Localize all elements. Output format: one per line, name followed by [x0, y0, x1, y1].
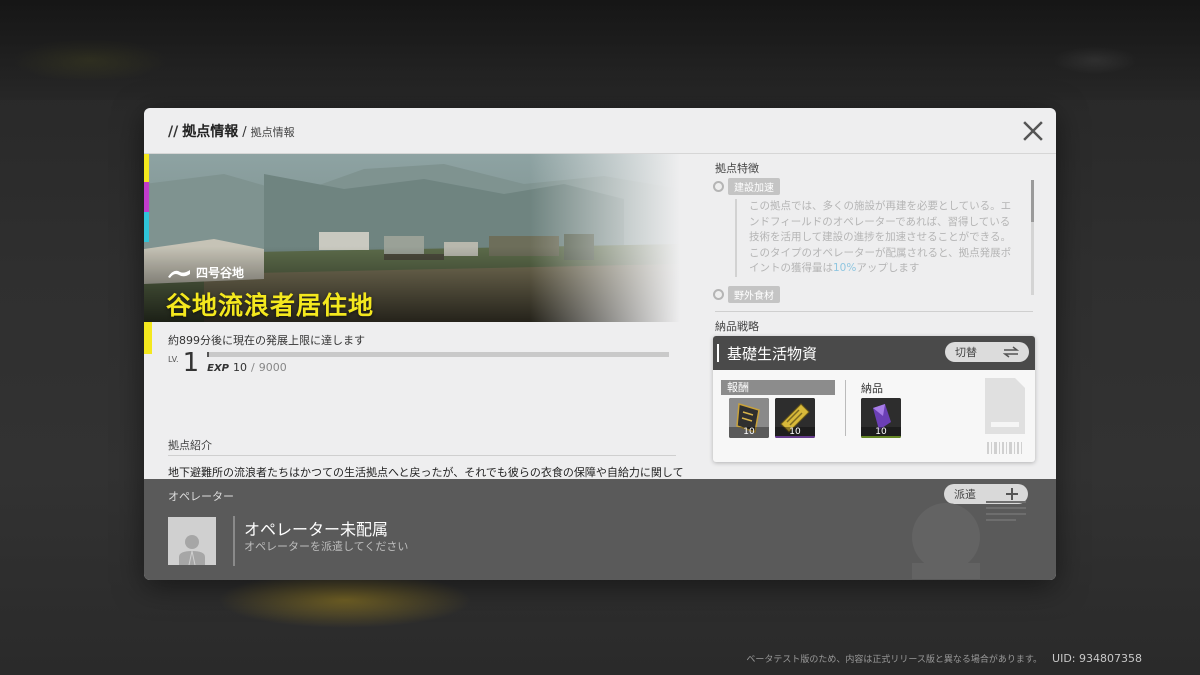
- feature-label: 建設加速: [728, 178, 780, 195]
- strategy-card-body: 報酬 納品 10 10 10: [713, 370, 1035, 462]
- breadcrumb-separator: /: [242, 124, 247, 140]
- level-label: LV.: [168, 355, 179, 364]
- person-silhouette-icon: [179, 535, 205, 565]
- exp-values: EXP 10 / 9000: [207, 361, 669, 374]
- operator-decoration-icon: [912, 501, 1026, 579]
- exp-bar: [207, 352, 670, 357]
- breadcrumb-sub: 拠点情報: [250, 125, 295, 139]
- feature-description: この拠点では、多くの施設が再建を必要としている。エンドフィールドのオペレーターで…: [735, 199, 1019, 277]
- breadcrumb: // 拠点情報 / 拠点情報: [168, 121, 295, 141]
- operator-heading: オペレーター: [168, 488, 234, 504]
- features-scrollbar[interactable]: [1031, 180, 1034, 295]
- switch-button[interactable]: 切替: [945, 342, 1029, 362]
- development-status: 約899分後に現在の発展上限に達します: [168, 334, 365, 347]
- operator-hint: オペレーターを派遣してください: [244, 540, 409, 553]
- exp-progress: EXP 10 / 9000: [207, 352, 670, 376]
- strategy-title: 納品戦略: [715, 320, 759, 333]
- settlement-details: 拠点特徴 建設加速 この拠点では、多くの施設が再建を必要としている。エンドフィー…: [709, 154, 1039, 479]
- features-heading: 拠点特徴: [715, 160, 759, 176]
- operator-name: オペレーター未配属: [244, 520, 389, 539]
- features-divider: [715, 311, 1033, 312]
- reward-item[interactable]: 10: [775, 398, 815, 438]
- exp-label: EXP: [207, 363, 229, 374]
- banner-accent-strip: [144, 154, 149, 322]
- level-row: LV. 1 EXP 10 / 9000: [168, 348, 670, 378]
- swap-arrows-icon: [1003, 346, 1019, 358]
- document-decoration-icon: [985, 378, 1025, 454]
- settlement-banner: 四号谷地 谷地流浪者居住地: [144, 154, 680, 322]
- feature-description-highlight: 10%: [833, 262, 857, 274]
- radio-indicator-icon: [713, 181, 724, 192]
- strategy-card-title: 基礎生活物資: [727, 344, 818, 363]
- breadcrumb-main: 拠点情報: [182, 123, 239, 140]
- strategy-heading: 納品戦略: [715, 318, 759, 334]
- feature-description-end: アップします: [856, 262, 920, 274]
- exp-max: 9000: [258, 361, 287, 374]
- item-quantity: 10: [861, 427, 901, 438]
- breadcrumb-slashes: //: [168, 123, 179, 140]
- level-value: 1: [182, 348, 200, 378]
- settlement-info-modal: // 拠点情報 / 拠点情報 四号谷地 谷地流浪者居住地 約899分後に現在の発…: [144, 108, 1056, 580]
- item-quantity: 10: [775, 427, 815, 438]
- card-divider: [845, 380, 846, 436]
- deliver-label: 納品: [861, 382, 883, 395]
- region-label: 四号谷地: [168, 264, 244, 281]
- exp-separator: /: [250, 361, 255, 374]
- banner-yellow-bar: [144, 322, 152, 354]
- scrollbar-thumb[interactable]: [1031, 180, 1034, 222]
- operator-panel: オペレーター 派遣 オペレーター未配属 オペレーターを派遣してください: [144, 479, 1056, 580]
- intro-title: 拠点紹介: [168, 439, 212, 452]
- user-id: UID: 934807358: [1052, 652, 1142, 665]
- reward-item[interactable]: 10: [729, 398, 769, 438]
- region-name: 四号谷地: [196, 266, 245, 280]
- beta-notice: ベータテスト版のため、内容は正式リリース版と異なる場合があります。: [746, 655, 1043, 665]
- backdrop-top-bar: [0, 0, 1200, 100]
- deliver-item[interactable]: 10: [861, 398, 901, 438]
- exp-current: 10: [232, 361, 247, 374]
- intro-divider: [168, 455, 676, 456]
- exp-bar-fill: [207, 352, 209, 357]
- operator-divider: [233, 516, 235, 566]
- footer-note: ベータテスト版のため、内容は正式リリース版と異なる場合があります。 UID: 9…: [746, 652, 1142, 665]
- switch-label: 切替: [955, 346, 977, 359]
- close-button[interactable]: [1020, 118, 1046, 144]
- intro-heading: 拠点紹介: [168, 437, 212, 453]
- settlement-name: 谷地流浪者居住地: [166, 291, 375, 320]
- feature-chip-construction[interactable]: 建設加速: [713, 178, 780, 195]
- reward-label: 報酬: [721, 380, 835, 395]
- region-emblem-icon: [168, 269, 190, 278]
- item-quantity: 10: [729, 427, 769, 438]
- feature-chip-wild-food[interactable]: 野外食材: [713, 286, 780, 303]
- feature-label: 野外食材: [728, 286, 780, 303]
- operator-avatar-slot[interactable]: [168, 517, 216, 565]
- close-icon: [1023, 121, 1043, 141]
- delivery-strategy-card: 基礎生活物資 切替 報酬 納品 10 10 10: [713, 336, 1035, 462]
- settlement-overview: 四号谷地 谷地流浪者居住地 約899分後に現在の発展上限に達します LV. 1 …: [144, 154, 684, 496]
- modal-header: // 拠点情報 / 拠点情報: [144, 108, 1056, 154]
- radio-indicator-icon: [713, 289, 724, 300]
- strategy-card-header: 基礎生活物資 切替: [713, 336, 1035, 370]
- features-title: 拠点特徴: [715, 162, 759, 175]
- operator-title: オペレーター: [168, 490, 234, 503]
